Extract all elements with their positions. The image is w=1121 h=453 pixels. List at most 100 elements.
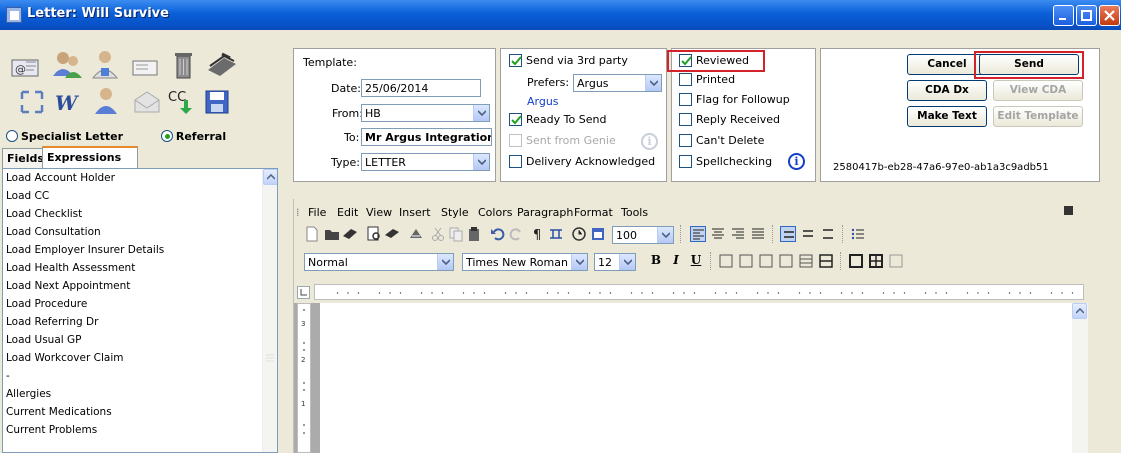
send-3rd-party-checkbox[interactable]: Send via 3rd party	[509, 54, 628, 67]
expand-icon[interactable]	[18, 88, 50, 118]
border-horizontal-icon[interactable]	[798, 253, 814, 269]
redo-icon[interactable]	[508, 226, 524, 242]
list-item[interactable]: Load Next Appointment	[3, 277, 277, 295]
scroll-up-arrow[interactable]	[263, 169, 277, 185]
border-outside-icon[interactable]	[848, 253, 864, 269]
email-icon[interactable]: @	[10, 52, 42, 82]
make-text-button[interactable]: Make Text	[907, 106, 987, 127]
restore-editor-icon[interactable]	[1064, 206, 1073, 215]
print-preview-icon[interactable]	[366, 226, 382, 242]
menu-insert[interactable]: Insert	[399, 206, 431, 219]
border-box-icon[interactable]	[778, 253, 794, 269]
argus-link[interactable]: Argus	[527, 95, 559, 108]
menu-edit[interactable]: Edit	[337, 206, 358, 219]
chevron-down-icon[interactable]	[437, 254, 453, 270]
word-icon[interactable]: W	[52, 88, 84, 118]
align-right-icon[interactable]	[730, 226, 746, 242]
type-select[interactable]: LETTER	[361, 153, 490, 171]
trash-icon[interactable]	[168, 50, 200, 80]
list-item[interactable]: Allergies	[3, 385, 277, 403]
list-item[interactable]: Current Problems	[3, 421, 277, 439]
editor-scrollbar[interactable]	[1072, 303, 1088, 453]
open-folder-icon[interactable]	[324, 226, 340, 242]
sent-from-genie-checkbox[interactable]: Sent from Genie	[509, 134, 616, 147]
menu-view[interactable]: View	[366, 206, 392, 219]
flag-followup-checkbox[interactable]: Flag for Followup	[679, 93, 790, 106]
chevron-down-icon[interactable]	[645, 75, 661, 91]
list-item[interactable]: Load Account Holder	[3, 169, 277, 187]
chevron-down-icon[interactable]	[473, 154, 489, 170]
list-scrollbar[interactable]	[262, 169, 277, 452]
chevron-down-icon[interactable]	[571, 254, 587, 270]
align-center-icon[interactable]	[710, 226, 726, 242]
menu-tools[interactable]: Tools	[621, 206, 648, 219]
expressions-list[interactable]: Load Account Holder Load CC Load Checklist…	[2, 168, 278, 453]
line-spacing-single-icon[interactable]	[780, 226, 796, 242]
title-bar[interactable]: Letter: Will Survive	[0, 0, 1121, 30]
border-box-icon[interactable]	[738, 253, 754, 269]
list-item[interactable]: Load Usual GP	[3, 331, 277, 349]
view-cda-button[interactable]: View CDA	[993, 80, 1083, 101]
info-icon[interactable]: i	[641, 133, 658, 150]
pilcrow-icon[interactable]: ¶	[530, 226, 546, 242]
tab-expressions[interactable]: Expressions	[42, 146, 138, 168]
list-item[interactable]: Load CC	[3, 187, 277, 205]
font-size-select[interactable]: 12	[594, 253, 636, 271]
chevron-down-icon[interactable]	[657, 227, 673, 243]
scroll-thumb-grip[interactable]	[265, 349, 275, 369]
tab-stop-selector[interactable]	[297, 286, 310, 299]
to-field[interactable]: Mr Argus Integration	[361, 128, 492, 146]
save-icon[interactable]	[203, 88, 235, 118]
undo-icon[interactable]	[490, 226, 506, 242]
menu-style[interactable]: Style	[441, 206, 469, 219]
maximize-button[interactable]	[1076, 5, 1097, 26]
tab-fields[interactable]: Fields	[2, 148, 44, 168]
referral-radio[interactable]	[160, 130, 173, 142]
list-item[interactable]: Load Health Assessment	[3, 259, 277, 277]
date-field[interactable]: 25/06/2014	[361, 79, 481, 97]
delivery-ack-checkbox[interactable]: Delivery Acknowledged	[509, 155, 655, 168]
list-item[interactable]: Load Consultation	[3, 223, 277, 241]
list-item[interactable]: Load Employer Insurer Details	[3, 241, 277, 259]
paste-icon[interactable]	[466, 226, 482, 242]
send-button[interactable]: Send	[979, 54, 1079, 75]
minimize-button[interactable]	[1053, 5, 1074, 26]
save-document-icon[interactable]	[342, 226, 358, 242]
italic-button[interactable]: I	[668, 253, 684, 269]
person-icon[interactable]	[90, 85, 122, 115]
copy-icon[interactable]	[448, 226, 464, 242]
list-item[interactable]: Load Workcover Claim	[3, 349, 277, 367]
zoom-select[interactable]: 100	[612, 226, 674, 244]
users-icon[interactable]	[50, 48, 82, 78]
menu-file[interactable]: File	[308, 206, 326, 219]
chevron-down-icon[interactable]	[473, 105, 489, 121]
cant-delete-checkbox[interactable]: Can't Delete	[679, 134, 764, 147]
paragraph-style-select[interactable]: Normal	[304, 253, 454, 271]
border-inside-icon[interactable]	[818, 253, 834, 269]
border-box-icon[interactable]	[758, 253, 774, 269]
chevron-down-icon[interactable]	[619, 254, 635, 270]
reply-received-checkbox[interactable]: Reply Received	[679, 113, 780, 126]
underline-button[interactable]: U	[688, 253, 704, 269]
clock-icon[interactable]	[571, 226, 587, 242]
justify-icon[interactable]	[750, 226, 766, 242]
print-icon[interactable]	[384, 226, 400, 242]
table-insert-icon[interactable]	[548, 226, 564, 242]
border-grid-icon[interactable]	[868, 253, 884, 269]
cc-icon[interactable]: CC	[166, 86, 198, 116]
list-item[interactable]: Load Procedure	[3, 295, 277, 313]
spellchecking-checkbox[interactable]: Spellchecking	[679, 155, 772, 168]
envelope-icon[interactable]	[132, 88, 164, 118]
specialist-letter-option[interactable]: Specialist Letter	[6, 130, 123, 143]
ready-to-send-checkbox[interactable]: Ready To Send	[509, 113, 606, 126]
border-none-icon[interactable]	[888, 253, 904, 269]
list-item[interactable]: Current Medications	[3, 403, 277, 421]
list-item[interactable]: Load Checklist	[3, 205, 277, 223]
prefers-select[interactable]: Argus	[573, 74, 662, 92]
message-icon[interactable]	[130, 52, 162, 82]
border-box-icon[interactable]	[718, 253, 734, 269]
cda-dx-button[interactable]: CDA Dx	[907, 80, 987, 101]
bold-button[interactable]: B	[648, 253, 664, 269]
printed-checkbox[interactable]: Printed	[679, 73, 735, 86]
list-item[interactable]: Load Referring Dr	[3, 313, 277, 331]
